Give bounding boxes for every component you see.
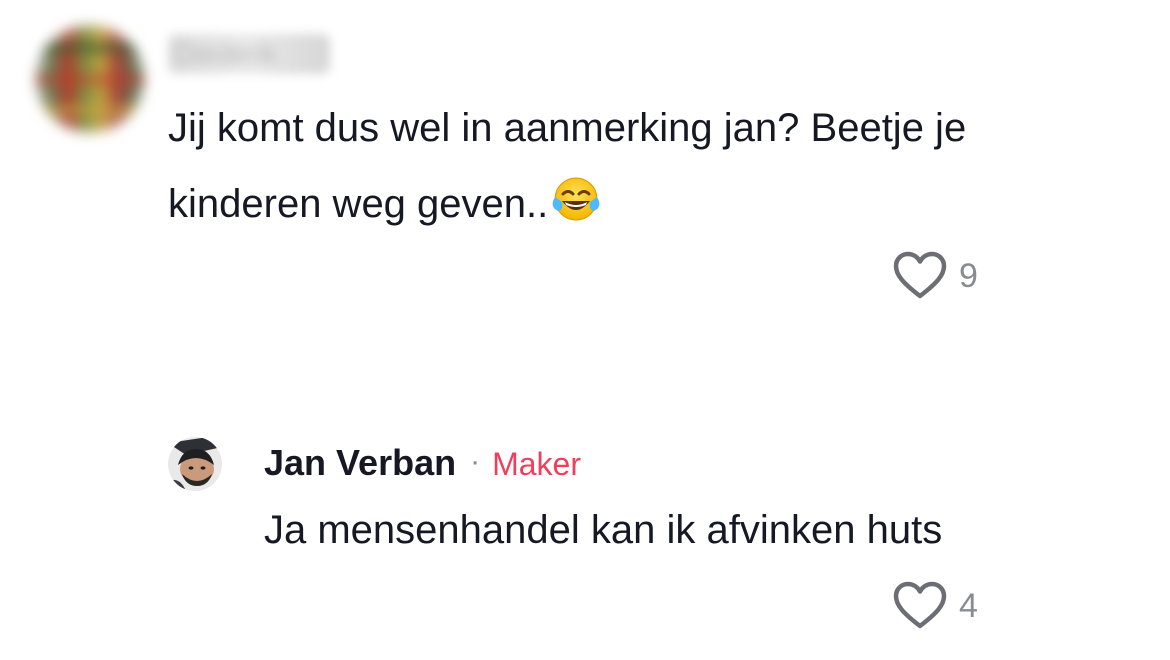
avatar-photo-icon bbox=[168, 437, 222, 491]
like-count: 4 bbox=[959, 586, 978, 625]
commenter-avatar[interactable] bbox=[35, 24, 145, 134]
comment-like[interactable]: 9 bbox=[893, 251, 978, 301]
like-count: 9 bbox=[959, 256, 978, 295]
commenter-username[interactable]: Diederik bbox=[168, 34, 330, 74]
reply-author-name[interactable]: Jan Verban bbox=[264, 442, 456, 484]
commenter-username-text: Diederik bbox=[174, 38, 277, 69]
reply-text: Ja mensenhandel kan ik afvinken huts bbox=[264, 508, 943, 552]
face-with-tears-of-joy-icon bbox=[552, 177, 600, 221]
separator-dot: · bbox=[470, 445, 481, 478]
reply-author-avatar[interactable] bbox=[168, 437, 222, 491]
comment-text: Jij komt dus wel in aanmerking jan? Beet… bbox=[168, 90, 1128, 242]
heart-outline-icon[interactable] bbox=[893, 581, 947, 631]
heart-outline-icon[interactable] bbox=[893, 251, 947, 301]
reply-like[interactable]: 4 bbox=[893, 581, 978, 631]
creator-badge: Maker bbox=[492, 446, 581, 482]
reply-header: Jan Verban · Maker bbox=[264, 442, 581, 484]
